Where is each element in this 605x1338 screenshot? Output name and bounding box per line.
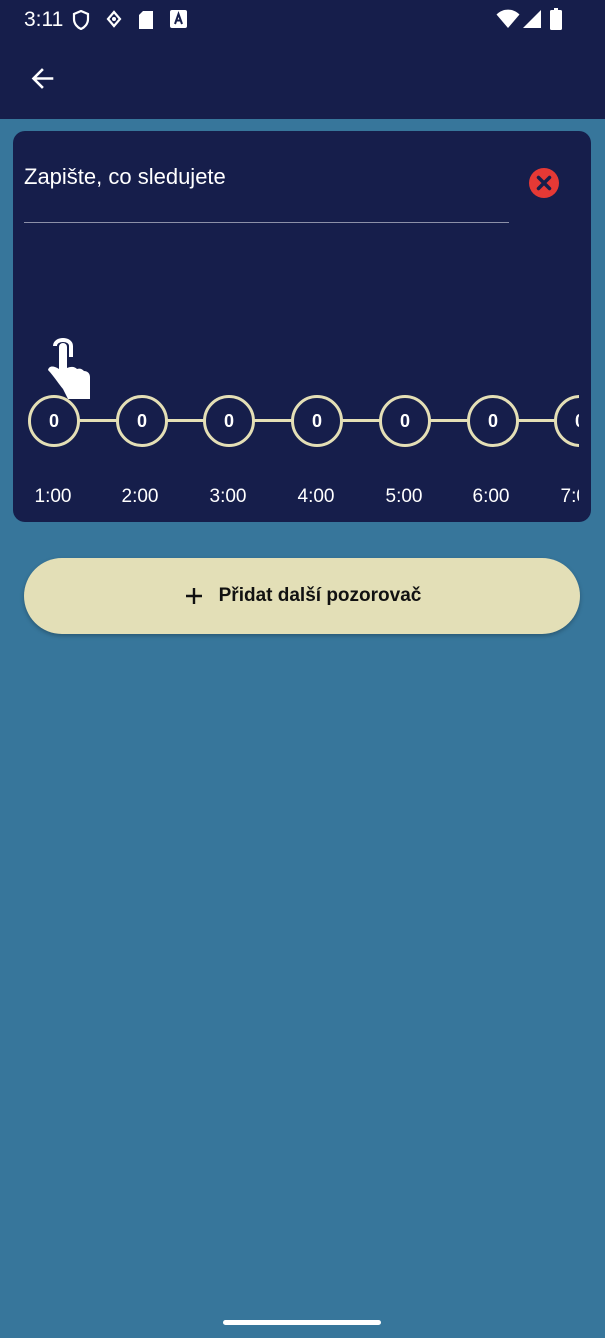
wifi-icon xyxy=(496,9,520,28)
back-button[interactable] xyxy=(22,60,62,100)
timeline-time-label: 5:00 xyxy=(385,486,423,507)
timeline-node[interactable]: 0 xyxy=(116,395,168,447)
clear-button[interactable] xyxy=(529,168,559,198)
timeline-time-label: 4:00 xyxy=(297,486,335,507)
timeline-time-label: 2:00 xyxy=(121,486,159,507)
status-time: 3:11 xyxy=(24,8,64,31)
watch-name-input[interactable] xyxy=(24,157,509,223)
timeline-node[interactable]: 0 xyxy=(291,395,343,447)
battery-icon xyxy=(550,8,562,30)
keyboard-a-icon xyxy=(170,10,187,28)
location-icon xyxy=(106,10,122,28)
timeline-node[interactable]: 0 xyxy=(554,395,579,447)
arrow-left-icon xyxy=(31,68,54,89)
timeline-node[interactable]: 0 xyxy=(467,395,519,447)
watcher-card: 0 0 0 0 0 0 0 1:00 2:00 3:00 4:00 5:00 6… xyxy=(13,131,591,522)
home-indicator[interactable] xyxy=(223,1320,381,1325)
add-watcher-button[interactable]: Přidat další pozorovač xyxy=(24,558,580,634)
timeline-node[interactable]: 0 xyxy=(379,395,431,447)
sd-card-icon xyxy=(139,11,153,29)
timeline-time-label: 1:00 xyxy=(34,486,72,507)
timeline-node[interactable]: 0 xyxy=(203,395,255,447)
status-bar: 3:11 xyxy=(0,0,605,40)
plus-icon xyxy=(185,588,202,604)
timeline-time-label: 7:00 xyxy=(560,486,580,507)
signal-icon xyxy=(523,10,541,28)
shield-icon xyxy=(72,10,90,30)
app-bar xyxy=(0,40,605,119)
add-watcher-label: Přidat další pozorovač xyxy=(218,585,422,606)
close-circle-icon xyxy=(529,168,559,198)
timeline: 0 0 0 0 0 0 0 1:00 2:00 3:00 4:00 5:00 6… xyxy=(13,389,579,519)
timeline-node[interactable]: 0 xyxy=(28,395,80,447)
timeline-time-label: 3:00 xyxy=(209,486,247,507)
timeline-time-label: 6:00 xyxy=(472,486,510,507)
